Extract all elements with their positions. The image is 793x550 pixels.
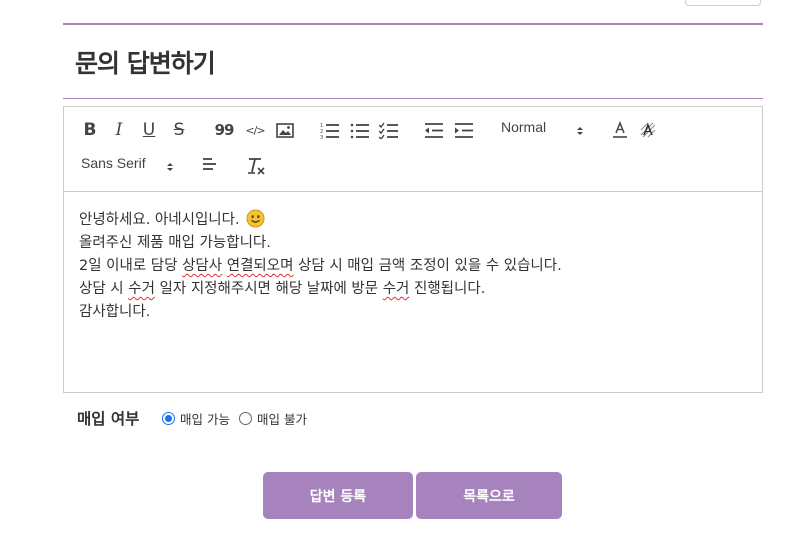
page-title: 문의 답변하기	[75, 49, 216, 78]
spellcheck-word: 수거	[382, 281, 410, 297]
editor-line: 올려주신 제품 매입 가능합니다.	[79, 232, 762, 255]
blockquote-button[interactable]: 99	[214, 119, 235, 141]
text-segment: 안녕하세요. 아네시입니다.	[79, 212, 245, 228]
spellcheck-word: 상담사	[182, 258, 223, 274]
radio-button[interactable]	[162, 412, 175, 425]
chevron-updown-icon	[166, 158, 174, 177]
back-to-list-button[interactable]: 목록으로	[416, 472, 562, 519]
outdent-icon[interactable]	[423, 119, 445, 141]
indent-icon[interactable]	[453, 119, 475, 141]
image-icon[interactable]	[274, 119, 296, 141]
bold-button[interactable]: B	[80, 119, 100, 141]
rich-text-editor: B I U S 99 </> 123 Normal Sans Serif 안녕하…	[63, 106, 763, 393]
top-partial-button[interactable]	[685, 0, 761, 6]
checklist-icon[interactable]	[378, 119, 400, 141]
bullet-list-icon[interactable]	[349, 119, 371, 141]
purchase-status-label: 매입 여부	[77, 410, 140, 428]
italic-button[interactable]: I	[109, 119, 129, 141]
align-icon[interactable]	[198, 153, 220, 175]
radio-label: 매입 불가	[256, 412, 307, 427]
radio-purchase-unavailable[interactable]: 매입 불가	[238, 409, 307, 428]
editor-content[interactable]: 안녕하세요. 아네시입니다. 올려주신 제품 매입 가능합니다. 2일 이내로 담…	[64, 193, 762, 392]
editor-line: 안녕하세요. 아네시입니다.	[79, 209, 762, 232]
radio-label: 매입 가능	[180, 412, 230, 427]
header-picker[interactable]: Normal	[501, 119, 546, 135]
radio-button[interactable]	[238, 412, 252, 425]
text-segment: 상담 시	[79, 281, 129, 297]
smiling-face-icon	[246, 209, 265, 228]
code-block-button[interactable]: </>	[244, 119, 266, 141]
font-picker[interactable]: Sans Serif	[81, 155, 146, 171]
strike-button[interactable]: S	[169, 119, 189, 141]
radio-purchase-available[interactable]: 매입 가능	[162, 409, 230, 428]
spellcheck-word: 연결되오며	[226, 258, 294, 274]
text-segment: 2일 이내로 담당	[79, 258, 183, 274]
purchase-radio-group: 매입 가능 매입 불가	[162, 409, 316, 428]
svg-text:3: 3	[320, 135, 323, 139]
underline-button[interactable]: U	[139, 119, 159, 141]
top-divider	[63, 23, 763, 25]
text-color-icon[interactable]	[609, 119, 631, 141]
clear-format-icon[interactable]	[245, 154, 267, 178]
editor-line: 2일 이내로 담당 상담사 연결되오며 상담 시 매입 금액 조정이 있을 수 …	[79, 255, 762, 278]
text-segment: 일자 지정해주시면 해당 날짜에 방문	[154, 281, 383, 297]
editor-toolbar: B I U S 99 </> 123 Normal Sans Serif	[64, 107, 762, 192]
title-divider	[63, 98, 763, 99]
background-color-icon[interactable]	[637, 119, 659, 141]
text-segment: 상담 시 매입 금액 조정이 있을 수 있습니다.	[293, 258, 562, 274]
text-segment: 진행됩니다.	[409, 281, 486, 297]
chevron-updown-icon	[576, 122, 584, 141]
editor-line: 상담 시 수거 일자 지정해주시면 해당 날짜에 방문 수거 진행됩니다.	[79, 278, 762, 301]
text-segment: 감사합니다.	[79, 304, 151, 320]
text-segment: 올려주신 제품 매입 가능합니다.	[79, 235, 271, 251]
spellcheck-word: 수거	[128, 281, 155, 297]
submit-answer-button[interactable]: 답변 등록	[263, 472, 413, 519]
editor-line: 감사합니다.	[79, 301, 762, 324]
ordered-list-icon[interactable]: 123	[319, 119, 341, 141]
